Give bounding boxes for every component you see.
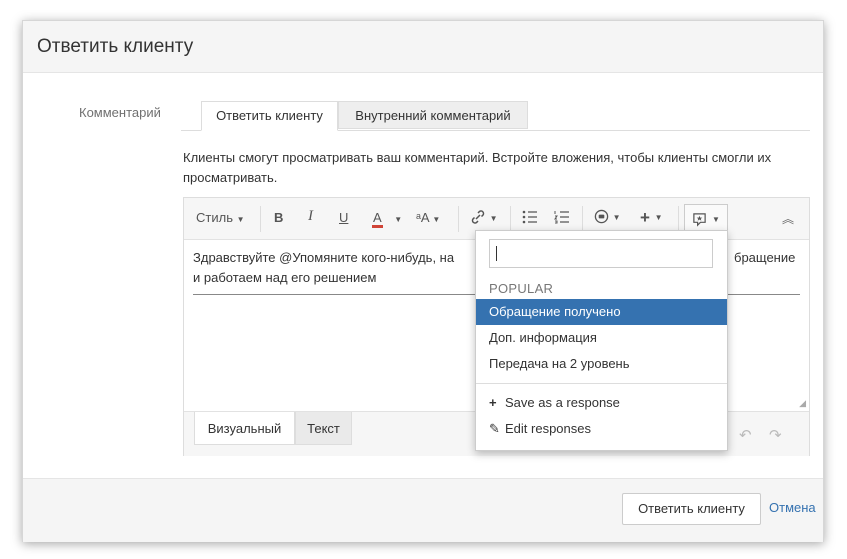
chevron-down-icon: ▼ (612, 213, 621, 222)
toolbar-divider (678, 206, 679, 232)
chevron-down-icon: ▼ (489, 214, 498, 223)
tab-reply-customer[interactable]: Ответить клиенту (201, 101, 338, 131)
plus-icon: + (640, 208, 650, 227)
collapse-toolbar-button[interactable]: ︽ (782, 210, 794, 227)
style-label: Стиль (196, 210, 233, 225)
content-text-end: бращение (734, 250, 796, 265)
undo-icon[interactable]: ↶ (739, 426, 752, 444)
redo-icon[interactable]: ↷ (769, 426, 782, 444)
dialog-title: Ответить клиенту (37, 36, 194, 57)
font-size-icon: ᵃA (416, 210, 429, 225)
italic-button[interactable]: I (308, 208, 313, 225)
content-text-start: Здравствуйте @Упомяните кого-нибудь, на (193, 250, 455, 265)
chevron-down-icon: ▼ (432, 215, 441, 224)
text-color-icon: A (372, 210, 383, 228)
chevron-down-icon: ▼ (712, 215, 720, 224)
chevron-down-icon: ▼ (394, 215, 403, 224)
save-as-response-action[interactable]: + Save as a response (489, 395, 620, 410)
tab-internal-comment[interactable]: Внутренний комментарий (338, 101, 528, 129)
numbered-list-icon (554, 211, 569, 224)
edit-responses-label: Edit responses (505, 421, 591, 436)
response-item[interactable]: Передача на 2 уровень (476, 351, 727, 377)
emoji-icon (594, 209, 609, 224)
response-item[interactable]: Доп. информация (476, 325, 727, 351)
toolbar-divider (260, 206, 261, 232)
bullet-list-icon (522, 210, 537, 224)
underline-button[interactable]: U (339, 210, 348, 225)
edit-responses-action[interactable]: ✎ Edit responses (489, 421, 591, 437)
toolbar-divider (582, 206, 583, 232)
tab-visual[interactable]: Визуальный (194, 412, 295, 445)
bullet-list-button[interactable] (522, 210, 538, 227)
collapse-icon: ︽ (782, 212, 795, 226)
comment-tabs: Ответить клиенту Внутренний комментарий (181, 101, 810, 131)
numbered-list-button[interactable] (554, 210, 570, 227)
dialog-header: Ответить клиенту (23, 21, 823, 73)
insert-button[interactable]: + ▼ (640, 208, 663, 228)
text-color-button[interactable]: A ▼ (372, 210, 403, 228)
chevron-down-icon: ▼ (654, 213, 663, 222)
link-button[interactable]: ▼ (470, 209, 498, 228)
plus-icon: + (489, 395, 497, 410)
toolbar-divider (510, 206, 511, 232)
dropdown-divider (476, 383, 727, 384)
section-label-popular: POPULAR (489, 281, 554, 296)
comment-field-label: Комментарий (79, 105, 161, 120)
cancel-link[interactable]: Отмена (769, 500, 816, 515)
text-cursor (496, 246, 497, 261)
pencil-icon: ✎ (489, 421, 500, 436)
canned-response-icon (693, 213, 706, 227)
tab-text[interactable]: Текст (295, 412, 352, 445)
link-icon (471, 210, 485, 224)
response-search-input[interactable] (489, 239, 713, 268)
response-item[interactable]: Обращение получено (476, 299, 727, 325)
save-as-response-label: Save as a response (505, 395, 620, 410)
toolbar-divider (458, 206, 459, 232)
dialog-footer: Ответить клиенту Отмена (23, 478, 823, 542)
font-size-button[interactable]: ᵃA ▼ (416, 210, 440, 225)
style-dropdown[interactable]: Стиль ▼ (196, 210, 245, 225)
resize-handle[interactable]: ◢ (799, 398, 806, 409)
bold-button[interactable]: B (274, 210, 283, 225)
emoji-button[interactable]: ▼ (594, 209, 621, 227)
chevron-down-icon: ▼ (236, 215, 245, 224)
help-text: Клиенты смогут просматривать ваш коммент… (183, 150, 772, 185)
reply-customer-button[interactable]: Ответить клиенту (622, 493, 761, 525)
canned-responses-dropdown: POPULAR Обращение получено Доп. информац… (475, 230, 728, 451)
